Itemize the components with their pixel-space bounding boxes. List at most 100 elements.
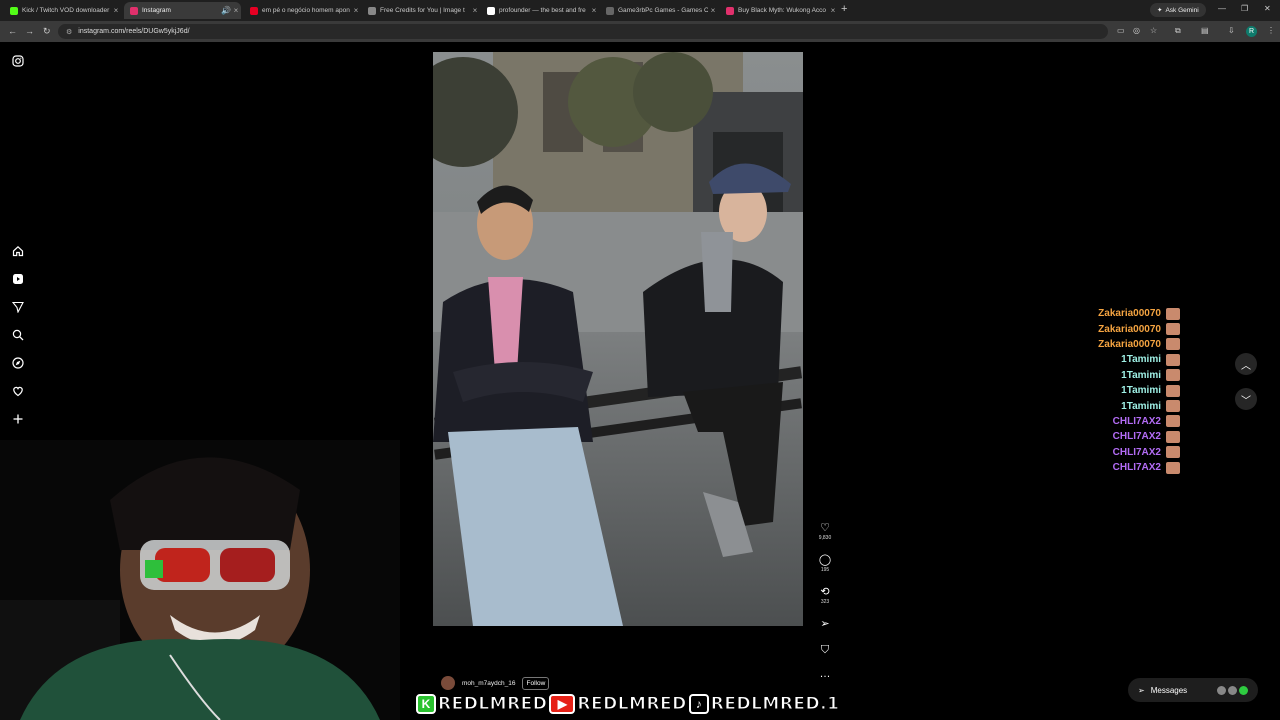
comment-icon[interactable]: ◯ <box>815 554 835 566</box>
profounder-favicon-icon <box>487 6 495 15</box>
shop-favicon-icon <box>726 6 734 15</box>
repost-icon[interactable]: ⟲ <box>815 586 835 598</box>
send-icon[interactable] <box>11 300 25 314</box>
kick-favicon-icon <box>10 6 18 15</box>
ask-gemini-button[interactable]: ✦ Ask Gemini <box>1150 3 1206 17</box>
extensions-icon[interactable]: ⧉ <box>1175 26 1181 36</box>
globe-favicon-icon <box>368 6 376 15</box>
close-icon[interactable]: × <box>708 6 718 15</box>
close-icon[interactable]: × <box>111 6 121 15</box>
minimize-icon[interactable]: — <box>1218 4 1226 13</box>
restore-icon[interactable]: ❐ <box>1241 4 1248 13</box>
bookmark-icon[interactable]: ⛉ <box>815 644 835 656</box>
tab-label: Free Credits for You | Image t <box>380 7 465 14</box>
tab-free-credits[interactable]: Free Credits for You | Image t × <box>362 2 480 19</box>
tab-label: profounder — the best and fre <box>499 7 586 14</box>
chat-avatar <box>1166 415 1180 428</box>
previous-reel-button[interactable]: ︿ <box>1235 353 1257 375</box>
chat-username: CHLI7AX2 <box>1112 415 1161 427</box>
next-reel-button[interactable]: ﹀ <box>1235 388 1257 410</box>
tab-game3rb[interactable]: Game3rbPc Games - Games Of × <box>600 2 718 19</box>
send-icon[interactable]: ➢ <box>815 618 835 630</box>
browser-profile-avatar[interactable]: R <box>1246 26 1257 37</box>
close-window-icon[interactable]: ✕ <box>1264 4 1271 13</box>
chat-message: CHLI7AX2 <box>1060 429 1180 444</box>
chat-avatar <box>1166 446 1180 459</box>
comment-count: 195 <box>820 567 830 573</box>
menu-dots-icon[interactable]: ⋮ <box>1267 26 1275 35</box>
tab-pinterest[interactable]: em pé o negócio homem apon × <box>244 2 361 19</box>
close-icon[interactable]: × <box>231 6 241 15</box>
chat-username: Zakaria00070 <box>1098 338 1161 350</box>
tab-kick-downloader[interactable]: Kick / Twitch VOD downloader × <box>4 2 121 19</box>
chat-message: CHLI7AX2 <box>1060 460 1180 475</box>
chat-avatar <box>1166 400 1180 413</box>
chat-message: Zakaria00070 <box>1060 306 1180 321</box>
send-icon: ➢ <box>1138 685 1145 695</box>
tab-label: Instagram <box>142 7 171 14</box>
url-field[interactable]: ⚙ instagram.com/reels/DUGw5ykjJ6d/ <box>58 24 1108 39</box>
chevron-down-icon: ﹀ <box>1241 395 1251 407</box>
search-icon[interactable] <box>11 328 25 342</box>
back-icon[interactable]: ← <box>8 26 17 36</box>
comment-action[interactable]: ◯ 195 <box>815 554 835 573</box>
heart-icon[interactable] <box>11 384 25 398</box>
chat-message: 1Tamimi <box>1060 352 1180 367</box>
save-action[interactable]: ⛉ <box>815 644 835 656</box>
streamer-webcam <box>0 440 400 720</box>
pinterest-favicon-icon <box>250 6 258 15</box>
chat-username: 1Tamimi <box>1121 385 1161 397</box>
share-action[interactable]: ➢ <box>815 618 835 630</box>
home-icon[interactable] <box>11 244 25 258</box>
instagram-favicon-icon <box>130 6 138 15</box>
repost-action[interactable]: ⟲ 323 <box>815 586 835 605</box>
close-icon[interactable]: × <box>828 6 838 15</box>
forward-icon[interactable]: → <box>25 26 34 36</box>
create-icon[interactable] <box>11 412 25 426</box>
chevron-up-icon: ︿ <box>1241 360 1251 372</box>
reel-author[interactable]: moh_m7aydch_16 Follow <box>441 676 550 690</box>
stream-chat-overlay: Zakaria00070 Zakaria00070 Zakaria00070 1… <box>1060 306 1180 475</box>
kick-logo-icon: K <box>416 694 436 714</box>
chat-username: Zakaria00070 <box>1098 308 1161 320</box>
chat-username: 1Tamimi <box>1121 369 1161 381</box>
sidebar-icon[interactable]: ▤ <box>1201 26 1209 35</box>
close-icon[interactable]: × <box>351 6 361 15</box>
chat-avatar <box>1166 338 1180 351</box>
heart-icon[interactable]: ♡ <box>815 522 835 534</box>
chat-message: Zakaria00070 <box>1060 337 1180 352</box>
tab-label: Kick / Twitch VOD downloader <box>22 7 110 14</box>
instagram-logo-icon[interactable] <box>11 54 25 68</box>
explore-icon[interactable] <box>11 356 25 370</box>
more-dots-icon[interactable]: … <box>815 668 835 680</box>
tab-profounder[interactable]: profounder — the best and fre × <box>481 2 599 19</box>
author-avatar[interactable] <box>441 676 455 690</box>
download-icon[interactable]: ⇩ <box>1228 26 1235 35</box>
close-icon[interactable]: × <box>470 6 480 15</box>
like-action[interactable]: ♡ 9,830 <box>815 522 835 541</box>
close-icon[interactable]: × <box>589 6 599 15</box>
chat-message: CHLI7AX2 <box>1060 414 1180 429</box>
author-username[interactable]: moh_m7aydch_16 <box>462 680 515 687</box>
reels-icon[interactable] <box>11 272 25 286</box>
tab-instagram[interactable]: Instagram 🔊 × <box>124 2 241 19</box>
tab-black-myth[interactable]: Buy Black Myth: Wukong Acco × <box>720 2 838 19</box>
reel-video[interactable] <box>433 52 803 626</box>
speaker-icon[interactable]: 🔊 <box>221 6 231 15</box>
cast-icon[interactable]: ▭ <box>1117 26 1125 35</box>
eye-off-icon[interactable]: ◎ <box>1133 26 1140 35</box>
chat-message: Zakaria00070 <box>1060 321 1180 336</box>
reload-icon[interactable]: ↻ <box>43 26 51 37</box>
ask-gemini-label: Ask Gemini <box>1165 6 1199 14</box>
follow-button[interactable]: Follow <box>522 676 550 690</box>
site-info-icon[interactable]: ⚙ <box>66 28 72 36</box>
chat-username: CHLI7AX2 <box>1112 462 1161 474</box>
bookmark-star-icon[interactable]: ☆ <box>1150 26 1157 35</box>
social-handles-banner: K REDLMRED ▶ REDLMRED ♪ REDLMRED.1 <box>416 692 864 716</box>
chat-message: CHLI7AX2 <box>1060 445 1180 460</box>
messages-button[interactable]: ➢ Messages <box>1128 678 1258 702</box>
messages-label: Messages <box>1150 685 1188 695</box>
chat-avatar <box>1166 307 1180 320</box>
new-tab-button[interactable]: + <box>841 3 847 15</box>
more-action[interactable]: … <box>815 668 835 680</box>
